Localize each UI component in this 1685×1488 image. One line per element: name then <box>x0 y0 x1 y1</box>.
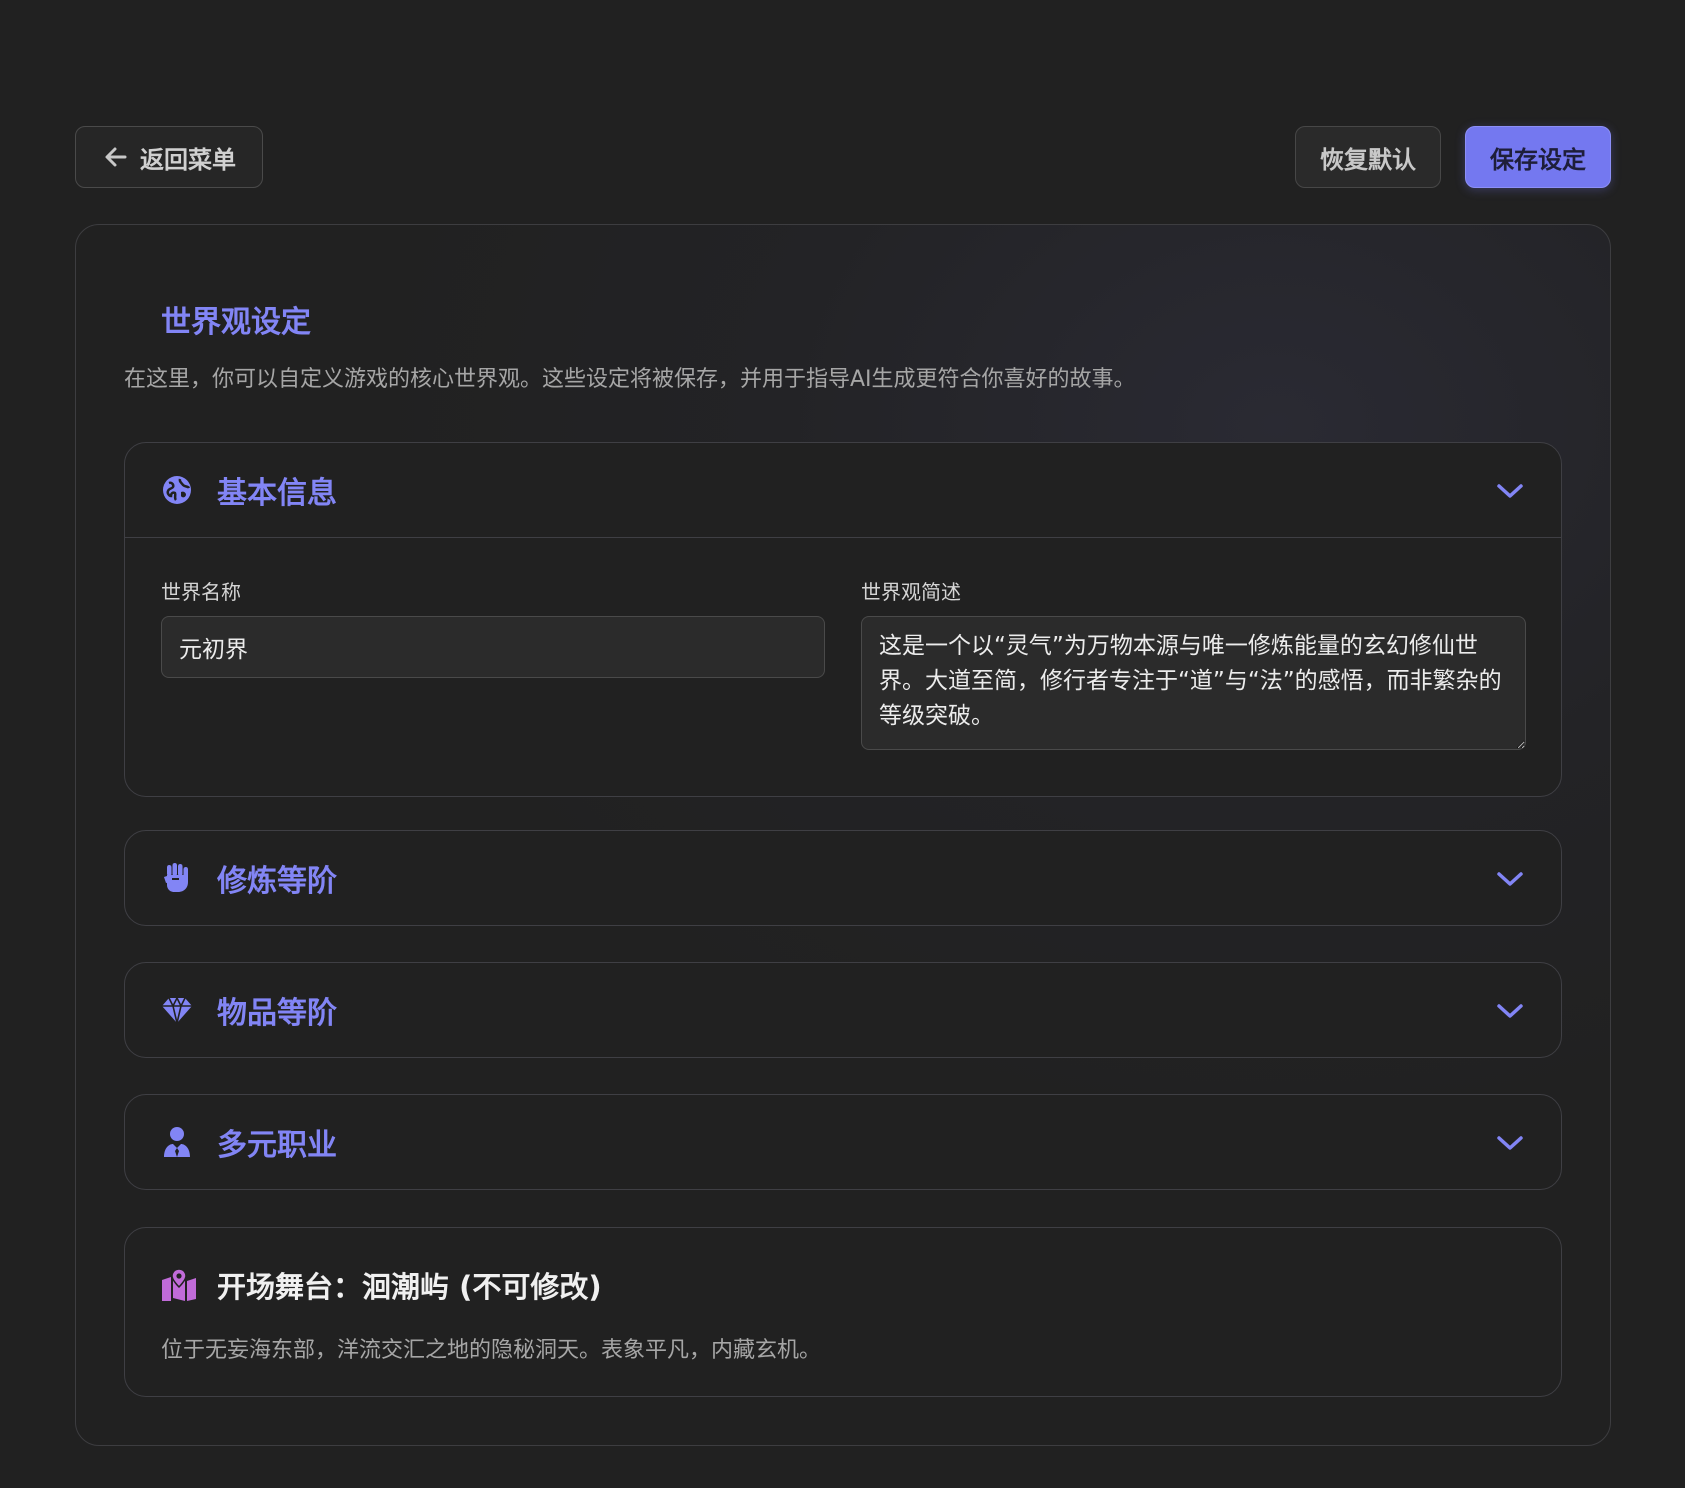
chevron-down-icon <box>1497 1136 1523 1150</box>
opening-stage-title: 开场舞台：洄潮屿 (不可修改) <box>217 1270 602 1304</box>
section-professions-label: 多元职业 <box>217 1128 337 1163</box>
section-item-ranks-header[interactable]: 物品等阶 <box>125 963 1561 1057</box>
fist-icon <box>161 862 193 894</box>
section-cultivation-ranks: 修炼等阶 <box>124 830 1562 926</box>
chevron-down-icon <box>1497 872 1523 886</box>
section-basic-info: 基本信息 世界名称 世界观简述 这是一个以“灵气”为万物本源与唯一修炼能量的玄幻… <box>124 442 1562 797</box>
section-basic-info-header[interactable]: 基本信息 <box>125 443 1561 537</box>
panel-title: 世界观设定 <box>161 305 311 340</box>
section-cultivation-ranks-header[interactable]: 修炼等阶 <box>125 831 1561 925</box>
gem-icon <box>161 994 193 1026</box>
worldview-settings-panel: 世界观设定 在这里，你可以自定义游戏的核心世界观。这些设定将被保存，并用于指导A… <box>75 224 1611 1446</box>
back-button-label: 返回菜单 <box>140 145 236 174</box>
save-button-label: 保存设定 <box>1490 145 1586 174</box>
opening-stage-description: 位于无妄海东部，洋流交汇之地的隐秘洞天。表象平凡，内藏玄机。 <box>161 1338 822 1363</box>
reset-defaults-button[interactable]: 恢复默认 <box>1295 126 1441 188</box>
top-toolbar: 返回菜单 恢复默认 保存设定 <box>75 126 1611 188</box>
globe-icon <box>161 474 193 506</box>
arrow-left-icon <box>102 143 130 171</box>
world-name-input[interactable] <box>161 616 825 678</box>
section-professions: 多元职业 <box>124 1094 1562 1190</box>
panel-description: 在这里，你可以自定义游戏的核心世界观。这些设定将被保存，并用于指导AI生成更符合… <box>124 367 1136 392</box>
world-name-label: 世界名称 <box>161 580 241 604</box>
back-to-menu-button[interactable]: 返回菜单 <box>75 126 263 188</box>
section-basic-info-label: 基本信息 <box>217 476 337 511</box>
chevron-up-icon <box>1497 484 1523 498</box>
chevron-down-icon <box>1497 1004 1523 1018</box>
section-basic-info-body: 世界名称 世界观简述 这是一个以“灵气”为万物本源与唯一修炼能量的玄幻修仙世界。… <box>125 537 1561 796</box>
save-settings-button[interactable]: 保存设定 <box>1465 126 1611 188</box>
reset-button-label: 恢复默认 <box>1320 145 1416 174</box>
section-cultivation-ranks-label: 修炼等阶 <box>217 864 337 899</box>
opening-stage-card: 开场舞台：洄潮屿 (不可修改) 位于无妄海东部，洋流交汇之地的隐秘洞天。表象平凡… <box>124 1227 1562 1397</box>
section-professions-header[interactable]: 多元职业 <box>125 1095 1561 1189</box>
section-item-ranks: 物品等阶 <box>124 962 1562 1058</box>
user-tie-icon <box>161 1126 193 1158</box>
world-summary-textarea[interactable]: 这是一个以“灵气”为万物本源与唯一修炼能量的玄幻修仙世界。大道至简，修行者专注于… <box>861 616 1526 750</box>
map-location-icon <box>162 1268 196 1301</box>
world-summary-label: 世界观简述 <box>861 580 961 604</box>
section-item-ranks-label: 物品等阶 <box>217 996 337 1031</box>
